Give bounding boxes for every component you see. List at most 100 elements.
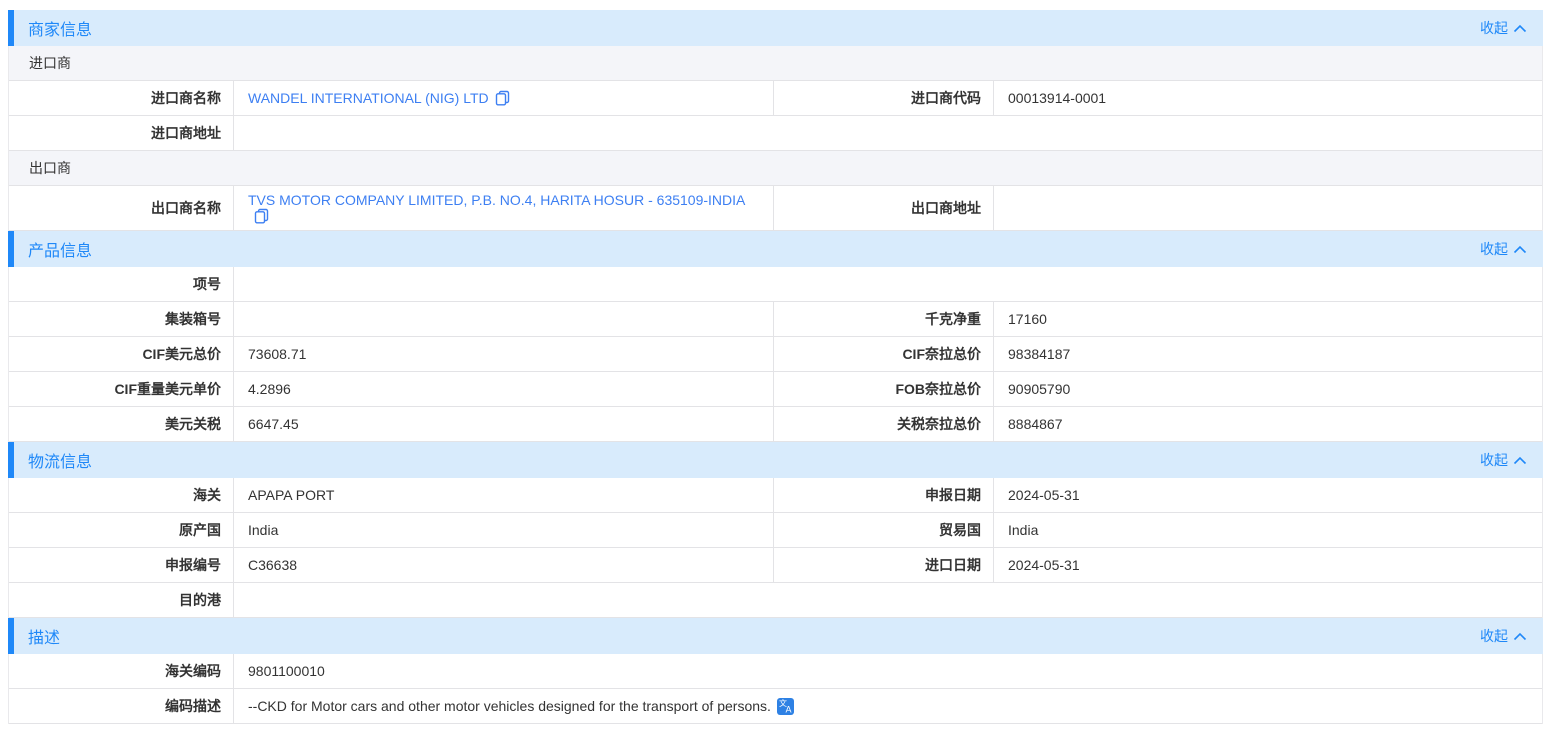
exporter-name-link[interactable]: TVS MOTOR COMPANY LIMITED, P.B. NO.4, HA… (248, 192, 763, 224)
table-row: 海关编码 9801100010 (9, 654, 1542, 689)
collapse-button[interactable]: 收起 (1480, 450, 1527, 470)
chevron-up-icon (1513, 245, 1527, 254)
section-logistics-info: 物流信息 收起 海关 APAPA PORT 申报日期 2024-05-31 原产… (8, 442, 1543, 618)
field-label: 编码描述 (9, 689, 234, 723)
code-description-text: --CKD for Motor cars and other motor veh… (248, 698, 771, 714)
field-label: 千克净重 (774, 302, 994, 336)
field-label: 目的港 (9, 583, 234, 617)
field-value: 98384187 (994, 337, 1542, 371)
table-row: 美元关税 6647.45 关税奈拉总价 8884867 (9, 407, 1542, 442)
field-value: 17160 (994, 302, 1542, 336)
table-row: 出口商名称 TVS MOTOR COMPANY LIMITED, P.B. NO… (9, 186, 1542, 231)
table-row: 项号 (9, 267, 1542, 302)
field-label: 集装箱号 (9, 302, 234, 336)
section-product-info: 产品信息 收起 项号 集装箱号 千克净重 17160 CIF美元总价 73608… (8, 231, 1543, 442)
section-header-logistics: 物流信息 收起 (8, 442, 1543, 478)
chevron-up-icon (1513, 24, 1527, 33)
section-header-merchant: 商家信息 收起 (8, 10, 1543, 46)
section-body-description: 海关编码 9801100010 编码描述 --CKD for Motor car… (8, 654, 1543, 724)
svg-text:A: A (785, 704, 791, 714)
field-label: 进口日期 (774, 548, 994, 582)
field-value: 90905790 (994, 372, 1542, 406)
field-label: 申报日期 (774, 478, 994, 512)
field-label: FOB奈拉总价 (774, 372, 994, 406)
collapse-button[interactable]: 收起 (1480, 239, 1527, 259)
field-label: 贸易国 (774, 513, 994, 547)
table-row: CIF美元总价 73608.71 CIF奈拉总价 98384187 (9, 337, 1542, 372)
field-value (994, 186, 1542, 230)
translate-icon[interactable]: 文A (777, 698, 794, 715)
field-value: 2024-05-31 (994, 548, 1542, 582)
field-label: 海关 (9, 478, 234, 512)
section-header-description: 描述 收起 (8, 618, 1543, 654)
collapse-label: 收起 (1480, 450, 1508, 470)
table-row: 进口商地址 (9, 116, 1542, 151)
field-value: C36638 (234, 548, 774, 582)
field-value (234, 583, 1542, 617)
section-body-logistics: 海关 APAPA PORT 申报日期 2024-05-31 原产国 India … (8, 478, 1543, 618)
collapse-button[interactable]: 收起 (1480, 18, 1527, 38)
table-row: 集装箱号 千克净重 17160 (9, 302, 1542, 337)
field-label: 海关编码 (9, 654, 234, 688)
collapse-label: 收起 (1480, 626, 1508, 646)
collapse-label: 收起 (1480, 18, 1508, 38)
field-value: APAPA PORT (234, 478, 774, 512)
field-label: 出口商名称 (9, 186, 234, 230)
copy-icon[interactable] (254, 208, 269, 224)
section-title: 产品信息 (28, 237, 92, 261)
field-value: 8884867 (994, 407, 1542, 441)
field-value: India (234, 513, 774, 547)
table-row: 原产国 India 贸易国 India (9, 513, 1542, 548)
table-row: 编码描述 --CKD for Motor cars and other moto… (9, 689, 1542, 724)
section-merchant-info: 商家信息 收起 进口商 进口商名称 WANDEL INTERNATIONAL (… (8, 10, 1543, 231)
section-body-product: 项号 集装箱号 千克净重 17160 CIF美元总价 73608.71 CIF奈… (8, 267, 1543, 442)
subsection-label: 出口商 (29, 158, 71, 178)
field-value: 6647.45 (234, 407, 774, 441)
field-label: 关税奈拉总价 (774, 407, 994, 441)
field-value (234, 116, 1542, 150)
importer-name-link[interactable]: WANDEL INTERNATIONAL (NIG) LTD (248, 90, 510, 106)
field-value: 9801100010 (234, 654, 1542, 688)
field-label: 进口商名称 (9, 81, 234, 115)
section-title: 物流信息 (28, 448, 92, 472)
field-value: India (994, 513, 1542, 547)
subsection-importer: 进口商 (9, 46, 1542, 81)
field-label: 原产国 (9, 513, 234, 547)
field-label: 美元关税 (9, 407, 234, 441)
trade-record-page: 商家信息 收起 进口商 进口商名称 WANDEL INTERNATIONAL (… (0, 0, 1551, 734)
field-value: WANDEL INTERNATIONAL (NIG) LTD (234, 81, 774, 115)
section-body-merchant: 进口商 进口商名称 WANDEL INTERNATIONAL (NIG) LTD… (8, 46, 1543, 231)
section-description: 描述 收起 海关编码 9801100010 编码描述 --CKD for Mot… (8, 618, 1543, 724)
field-value (234, 267, 1542, 301)
table-row: 申报编号 C36638 进口日期 2024-05-31 (9, 548, 1542, 583)
field-label: CIF美元总价 (9, 337, 234, 371)
subsection-label: 进口商 (29, 53, 71, 73)
field-label: 进口商地址 (9, 116, 234, 150)
table-row: CIF重量美元单价 4.2896 FOB奈拉总价 90905790 (9, 372, 1542, 407)
field-value (234, 302, 774, 336)
field-value: TVS MOTOR COMPANY LIMITED, P.B. NO.4, HA… (234, 186, 774, 230)
section-title: 商家信息 (28, 16, 92, 40)
chevron-up-icon (1513, 632, 1527, 641)
field-value: 2024-05-31 (994, 478, 1542, 512)
subsection-exporter: 出口商 (9, 151, 1542, 186)
table-row: 目的港 (9, 583, 1542, 618)
copy-icon[interactable] (495, 90, 510, 106)
chevron-up-icon (1513, 456, 1527, 465)
field-value: 73608.71 (234, 337, 774, 371)
field-value: 00013914-0001 (994, 81, 1542, 115)
field-label: 进口商代码 (774, 81, 994, 115)
field-label: 项号 (9, 267, 234, 301)
field-label: CIF重量美元单价 (9, 372, 234, 406)
collapse-label: 收起 (1480, 239, 1508, 259)
section-title: 描述 (28, 624, 60, 648)
field-label: 出口商地址 (774, 186, 994, 230)
table-row: 进口商名称 WANDEL INTERNATIONAL (NIG) LTD 进口商… (9, 81, 1542, 116)
field-value: --CKD for Motor cars and other motor veh… (234, 689, 1542, 723)
collapse-button[interactable]: 收起 (1480, 626, 1527, 646)
field-value: 4.2896 (234, 372, 774, 406)
field-label: CIF奈拉总价 (774, 337, 994, 371)
table-row: 海关 APAPA PORT 申报日期 2024-05-31 (9, 478, 1542, 513)
section-header-product: 产品信息 收起 (8, 231, 1543, 267)
field-label: 申报编号 (9, 548, 234, 582)
